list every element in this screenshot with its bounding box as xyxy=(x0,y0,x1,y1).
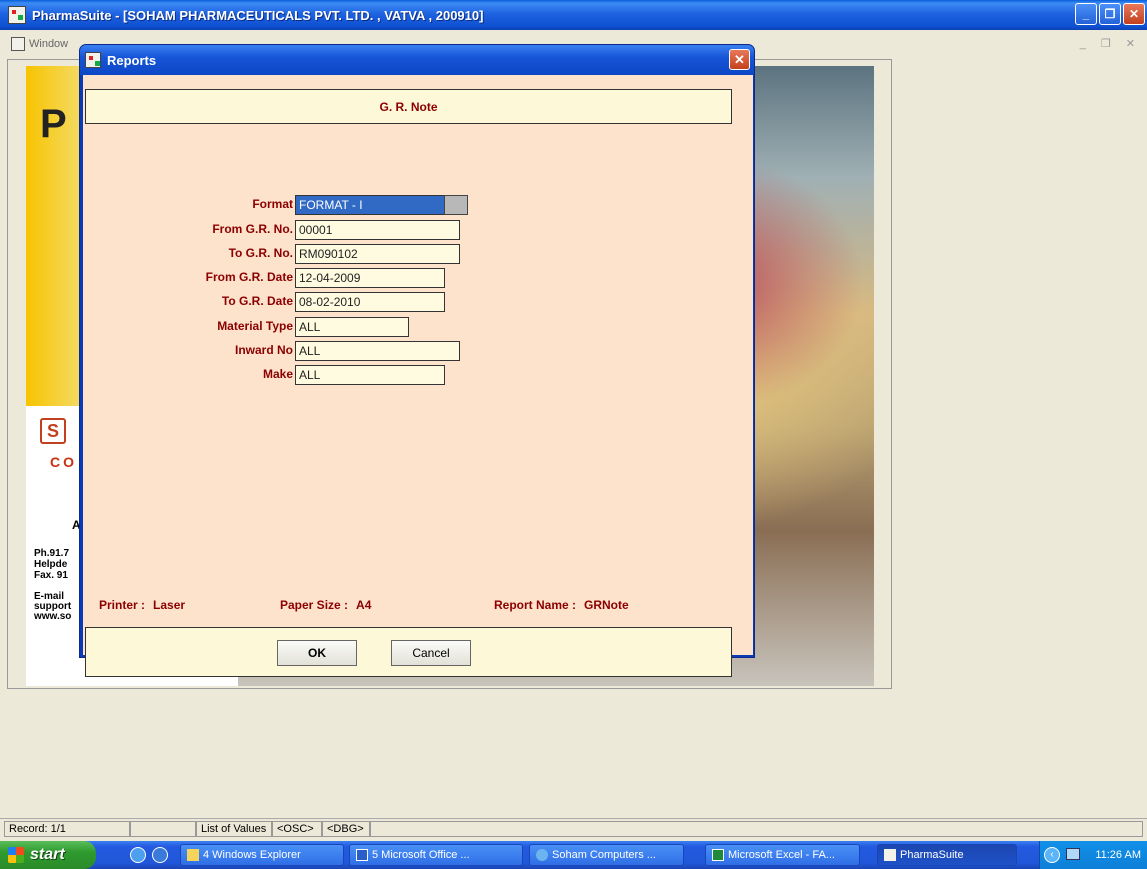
task-label: 4 Windows Explorer xyxy=(203,849,301,861)
task-label: Microsoft Excel - FA... xyxy=(728,849,835,861)
report-name-label: Report Name : xyxy=(494,598,577,612)
task-microsoft-office[interactable]: 5 Microsoft Office ... xyxy=(349,844,523,866)
to-gr-date-field[interactable]: 08-02-2010 xyxy=(295,292,445,312)
main-titlebar: PharmaSuite - [SOHAM PHARMACEUTICALS PVT… xyxy=(0,0,1147,30)
status-blank-cell xyxy=(130,821,196,837)
word-icon xyxy=(356,849,368,861)
splash-big-letter: P xyxy=(40,102,67,146)
report-header-panel: G. R. Note xyxy=(85,89,732,124)
from-gr-no-label: From G.R. No. xyxy=(212,222,293,236)
make-field[interactable]: ALL xyxy=(295,365,445,385)
paper-size-info: Paper Size : A4 xyxy=(280,598,371,612)
contact-line: Ph.91.7 xyxy=(34,548,70,559)
task-soham-computers[interactable]: Soham Computers ... xyxy=(529,844,684,866)
minimize-button[interactable]: _ xyxy=(1075,3,1097,25)
excel-icon xyxy=(712,849,724,861)
ie-alt-quicklaunch-icon[interactable] xyxy=(152,847,168,863)
task-label: 5 Microsoft Office ... xyxy=(372,849,470,861)
pharmasuite-app-icon[interactable] xyxy=(8,6,26,24)
report-title: G. R. Note xyxy=(379,99,438,114)
restore-button[interactable]: ❐ xyxy=(1099,3,1121,25)
mdi-controls[interactable]: _ ❐ ✕ xyxy=(1080,37,1141,50)
task-microsoft-excel[interactable]: Microsoft Excel - FA... xyxy=(705,844,860,866)
report-name-value: GRNote xyxy=(584,598,629,612)
status-message-cell xyxy=(370,821,1143,837)
splash-contact: Ph.91.7 Helpde Fax. 91 xyxy=(34,548,69,581)
inward-no-field[interactable]: ALL xyxy=(295,341,460,361)
lov-indicator: List of Values xyxy=(196,821,272,837)
start-label: start xyxy=(30,846,65,863)
main-window-title: PharmaSuite - [SOHAM PHARMACEUTICALS PVT… xyxy=(32,7,484,23)
to-gr-no-field[interactable]: RM090102 xyxy=(295,244,460,264)
splash-logo: S xyxy=(40,418,66,444)
close-button[interactable]: ✕ xyxy=(1123,3,1145,25)
app-icon xyxy=(884,849,896,861)
dialog-app-icon xyxy=(85,52,101,68)
task-label: PharmaSuite xyxy=(900,849,964,861)
email-line: www.so xyxy=(34,611,72,622)
ie-quicklaunch-icon[interactable] xyxy=(130,847,146,863)
ie-icon xyxy=(536,849,548,861)
ok-button[interactable]: OK xyxy=(277,640,357,666)
to-gr-date-label: To G.R. Date xyxy=(221,294,293,308)
dialog-body: G. R. Note Format FORMAT - I From G.R. N… xyxy=(83,75,753,677)
osc-indicator: <OSC> xyxy=(272,821,322,837)
printer-value: Laser xyxy=(153,598,186,612)
task-windows-explorer[interactable]: 4 Windows Explorer xyxy=(180,844,344,866)
inward-no-label: Inward No xyxy=(234,343,293,357)
status-bar: Record: 1/1 List of Values <OSC> <DBG> xyxy=(0,818,1147,838)
splash-email: E-mail support www.so xyxy=(34,592,71,622)
task-label: Soham Computers ... xyxy=(552,849,656,861)
material-type-field[interactable]: ALL xyxy=(295,317,409,337)
dialog-title: Reports xyxy=(107,52,157,68)
window-controls: _ ❐ ✕ xyxy=(1075,3,1145,25)
folder-icon xyxy=(187,849,199,861)
from-gr-date-label: From G.R. Date xyxy=(205,270,293,284)
dialog-close-button[interactable]: ✕ xyxy=(729,49,750,70)
contact-line: Fax. 91 xyxy=(34,570,68,581)
start-button[interactable]: start xyxy=(0,841,96,869)
format-field[interactable]: FORMAT - I xyxy=(295,195,445,215)
material-type-label: Material Type xyxy=(217,319,293,333)
windows-flag-icon xyxy=(8,847,24,863)
reports-dialog: Reports ✕ G. R. Note Format FORMAT - I F… xyxy=(79,44,755,677)
tray-expand-icon[interactable]: ‹ xyxy=(1044,847,1060,863)
contact-line: Helpde xyxy=(34,559,68,570)
make-label: Make xyxy=(262,367,293,381)
task-pharmasuite[interactable]: PharmaSuite xyxy=(877,844,1017,866)
from-gr-date-field[interactable]: 12-04-2009 xyxy=(295,268,445,288)
printer-info: Printer : Laser xyxy=(99,598,185,612)
system-tray: ‹ 11:26 AM xyxy=(1039,841,1147,869)
network-icon[interactable] xyxy=(1066,848,1080,860)
paper-size-label: Paper Size : xyxy=(280,598,349,612)
from-gr-no-field[interactable]: 00001 xyxy=(295,220,460,240)
taskbar: start 4 Windows Explorer 5 Microsoft Off… xyxy=(0,841,1147,869)
cancel-button[interactable]: Cancel xyxy=(391,640,471,666)
dbg-indicator: <DBG> xyxy=(322,821,370,837)
paper-size-value: A4 xyxy=(356,598,372,612)
record-indicator: Record: 1/1 xyxy=(4,821,130,837)
report-name-info: Report Name : GRNote xyxy=(494,598,629,612)
dialog-titlebar: Reports ✕ xyxy=(80,45,754,75)
mdi-child-icon[interactable] xyxy=(11,37,25,51)
button-panel: OK Cancel xyxy=(85,627,732,677)
menu-window[interactable]: Window xyxy=(29,38,68,50)
format-lov-button[interactable] xyxy=(444,195,468,215)
printer-label: Printer : xyxy=(99,598,146,612)
splash-co-text: CO xyxy=(50,454,77,470)
to-gr-no-label: To G.R. No. xyxy=(228,246,293,260)
format-label: Format xyxy=(252,197,293,211)
clock[interactable]: 11:26 AM xyxy=(1095,849,1141,861)
